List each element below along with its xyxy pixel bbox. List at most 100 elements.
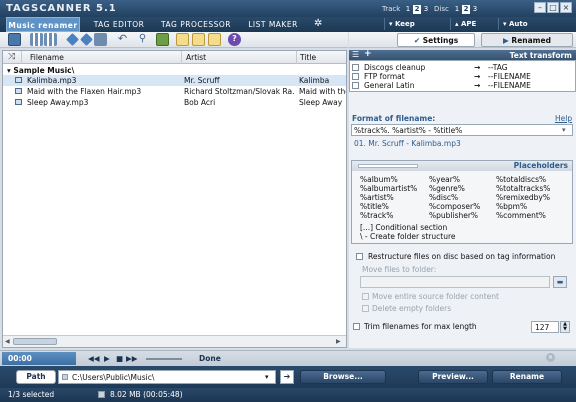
placeholder-item[interactable]: %composer%	[429, 202, 480, 211]
placeholder-item[interactable]: %comment%	[496, 211, 550, 220]
help-icon[interactable]: ?	[228, 33, 241, 46]
transform-item[interactable]: General Latin → --FILENAME	[352, 81, 572, 90]
placeholder-item[interactable]: %genre%	[429, 184, 480, 193]
auto-dropdown[interactable]: ▾ Auto	[498, 18, 560, 30]
trim-length-input[interactable]: 127	[531, 321, 559, 333]
scroll-right-icon[interactable]: ▶	[336, 338, 341, 345]
transform-item[interactable]: FTP format → --FILENAME	[352, 72, 572, 81]
chevron-down-icon[interactable]: ▾	[265, 373, 269, 381]
chevron-down-icon[interactable]: ▾	[562, 126, 566, 134]
placeholder-item[interactable]: %publisher%	[429, 211, 480, 220]
table-row[interactable]: Kalimba.mp3 Mr. Scruff Kalimba	[3, 75, 346, 86]
transform-checkbox[interactable]	[352, 64, 359, 71]
ape-dropdown[interactable]: ▴ APE	[450, 18, 496, 30]
next-track-icon[interactable]: ▶▶	[126, 354, 138, 363]
disc-selector[interactable]: 123	[452, 4, 479, 14]
transform-list-icon[interactable]: ☰	[352, 50, 359, 59]
column-artist[interactable]: Artist	[186, 53, 206, 62]
track-digit-3[interactable]: 3	[422, 5, 430, 14]
placeholder-item[interactable]: %totaldiscs%	[496, 175, 550, 184]
go-arrow-icon[interactable]: ➔	[280, 370, 294, 384]
paste-icon[interactable]	[208, 33, 221, 46]
clear-icon[interactable]: ×	[546, 353, 555, 362]
restructure-checkbox[interactable]	[356, 253, 363, 260]
minimize-icon[interactable]: –	[534, 2, 546, 13]
maximize-icon[interactable]: □	[547, 2, 559, 13]
transform-checkbox[interactable]	[352, 73, 359, 80]
move-folder-input[interactable]	[360, 276, 550, 288]
search-icon[interactable]: ⚲	[136, 33, 149, 46]
table-row[interactable]: Maid with the Flaxen Hair.mp3 Richard St…	[3, 86, 346, 97]
add-folder-icon[interactable]	[80, 33, 93, 46]
tab-music-renamer[interactable]: Music renamer	[6, 17, 80, 32]
path-input[interactable]: C:\Users\Public\Music\ ▾	[58, 370, 276, 384]
save-icon[interactable]	[94, 33, 107, 46]
move-content-label: Move entire source folder content	[372, 292, 499, 301]
path-button[interactable]: Path	[16, 370, 56, 384]
column-filename[interactable]: Filename	[30, 53, 64, 62]
scroll-left-icon[interactable]: ◀	[5, 338, 10, 345]
column-title[interactable]: Title	[300, 53, 316, 62]
disc-digit-1[interactable]: 1	[453, 5, 461, 14]
tab-settings[interactable]: ✔ Settings	[397, 33, 475, 47]
volume-slider[interactable]	[146, 358, 182, 360]
placeholder-item[interactable]: %album%	[360, 175, 417, 184]
shuffle-icon[interactable]: ⤨	[8, 52, 15, 62]
disc-digit-2[interactable]: 2	[462, 5, 470, 14]
placeholder-item[interactable]: %bpm%	[496, 202, 550, 211]
rename-button[interactable]: Rename	[492, 370, 562, 384]
scrollbar-thumb[interactable]	[13, 338, 57, 345]
prev-track-icon[interactable]: ◀◀	[88, 354, 100, 363]
placeholder-item[interactable]: %remixedby%	[496, 193, 550, 202]
table-row[interactable]: Sleep Away.mp3 Bob Acri Sleep Away	[3, 97, 346, 108]
trim-stepper[interactable]: ▲ ▼	[560, 321, 570, 333]
placeholder-item[interactable]: %artist%	[360, 193, 417, 202]
settings-panel: ☰ + Text transform Discogs cleanup → --T…	[349, 49, 576, 348]
keep-dropdown[interactable]: ▾ Keep	[384, 18, 448, 30]
delete-empty-checkbox[interactable]	[362, 305, 369, 312]
track-digit-2[interactable]: 2	[413, 5, 421, 14]
format-input[interactable]: %track%. %artist% - %title% ▾	[351, 124, 573, 136]
gear-icon[interactable]: ✲	[314, 18, 322, 29]
track-digit-1[interactable]: 1	[404, 5, 412, 14]
undo-icon[interactable]: ↶	[116, 33, 129, 46]
transform-item[interactable]: Discogs cleanup → --TAG	[352, 63, 572, 72]
transform-checkbox[interactable]	[352, 82, 359, 89]
trim-checkbox[interactable]	[353, 323, 360, 330]
close-icon[interactable]: ×	[560, 2, 572, 13]
stop-icon[interactable]: ■	[116, 354, 123, 363]
placeholder-item[interactable]: %track%	[360, 211, 417, 220]
add-transform-icon[interactable]: +	[364, 49, 372, 59]
format-preview: 01. Mr. Scruff - Kalimba.mp3	[354, 139, 461, 148]
tab-tag-editor[interactable]: TAG EDITOR	[88, 17, 150, 32]
placeholders-slider[interactable]	[358, 164, 418, 168]
help-link[interactable]: Help	[555, 114, 572, 123]
move-content-checkbox[interactable]	[362, 293, 369, 300]
tiles-view-icon[interactable]	[44, 33, 57, 46]
copy-icon[interactable]	[192, 33, 205, 46]
placeholder-item[interactable]: %disc%	[429, 193, 480, 202]
audio-file-icon	[15, 88, 22, 94]
placeholder-item[interactable]: %year%	[429, 175, 480, 184]
disc-digit-3[interactable]: 3	[471, 5, 479, 14]
path-bar: Path C:\Users\Public\Music\ ▾ ➔ Browse..…	[0, 366, 576, 388]
placeholder-item[interactable]: %totaltracks%	[496, 184, 550, 193]
preview-button[interactable]: Preview...	[418, 370, 488, 384]
browse-button[interactable]: Browse...	[300, 370, 386, 384]
file-icon[interactable]	[176, 33, 189, 46]
tab-tag-processor[interactable]: TAG PROCESSOR	[158, 17, 234, 32]
group-header[interactable]: ▾ Sample Music\	[7, 66, 74, 75]
grid-view-icon[interactable]	[30, 33, 43, 46]
placeholder-item[interactable]: %title%	[360, 202, 417, 211]
select-icon[interactable]	[156, 33, 169, 46]
folder-browse-icon[interactable]: ▬	[553, 276, 567, 288]
tab-renamed[interactable]: ▶ Renamed	[481, 33, 573, 47]
transform-name: Discogs cleanup	[364, 63, 426, 72]
play-icon[interactable]: ▶	[104, 354, 110, 363]
add-files-icon[interactable]	[66, 33, 79, 46]
tab-list-maker[interactable]: LIST MAKER	[242, 17, 304, 32]
list-view-icon[interactable]	[8, 33, 21, 46]
placeholder-item[interactable]: %albumartist%	[360, 184, 417, 193]
horizontal-scrollbar[interactable]: ◀ ▶	[3, 335, 346, 347]
track-selector[interactable]: 123	[403, 4, 430, 14]
